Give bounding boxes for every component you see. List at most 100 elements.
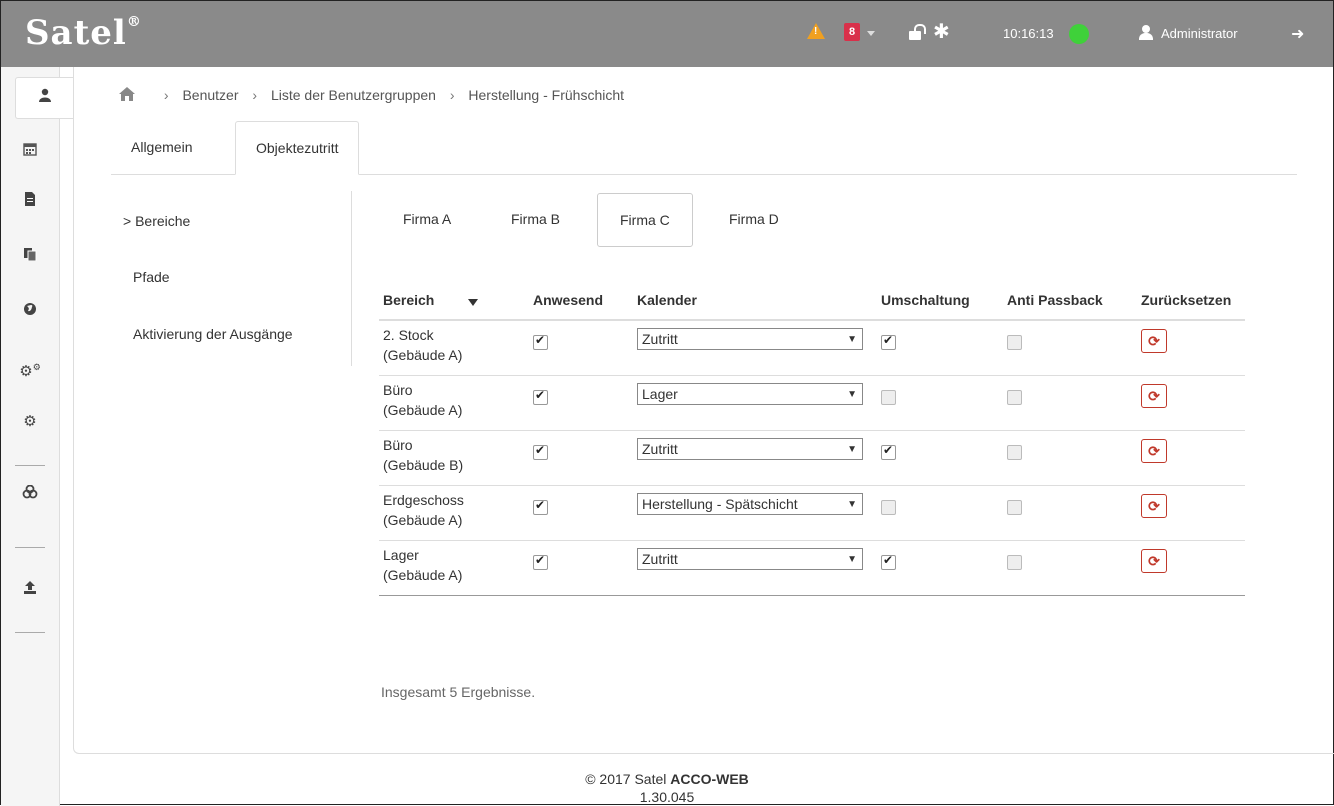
breadcrumb-separator: › bbox=[449, 87, 455, 103]
switching-checkbox[interactable] bbox=[881, 333, 896, 350]
tab-company-a[interactable]: Firma A bbox=[381, 193, 473, 245]
warning-icon[interactable]: ! bbox=[807, 23, 825, 39]
sidebar-item-calendar[interactable] bbox=[1, 132, 59, 172]
unlock-icon[interactable] bbox=[909, 24, 926, 40]
tab-company-c[interactable]: Firma C bbox=[597, 193, 693, 247]
calendar-select[interactable]: Zutritt ▼ bbox=[637, 547, 863, 570]
notification-badge[interactable]: 8 bbox=[844, 23, 860, 41]
table-row: Büro (Gebäude A) Lager ▼ ⟳ bbox=[379, 375, 1245, 431]
satel-logo[interactable]: Satel® bbox=[25, 13, 142, 53]
calendar-select[interactable]: Lager ▼ bbox=[637, 382, 863, 405]
calendar-select[interactable]: Zutritt ▼ bbox=[637, 328, 863, 350]
present-checkbox[interactable] bbox=[533, 498, 548, 515]
reset-button[interactable]: ⟳ bbox=[1141, 493, 1167, 518]
breadcrumb-users[interactable]: Benutzer bbox=[182, 87, 238, 103]
sidebar-item-system[interactable]: ⚙⚙ bbox=[1, 347, 59, 387]
dropdown-arrow-icon: ▼ bbox=[847, 388, 857, 400]
sidebar-divider bbox=[15, 632, 45, 633]
dropdown-arrow-icon: ▼ bbox=[847, 553, 857, 565]
reset-button[interactable]: ⟳ bbox=[1141, 329, 1167, 353]
calendar-cell: Zutritt ▼ bbox=[633, 430, 877, 486]
calendar-select[interactable]: Zutritt ▼ bbox=[637, 437, 863, 460]
antipassback-checkbox[interactable] bbox=[1007, 389, 1022, 405]
switching-checkbox[interactable] bbox=[881, 499, 896, 515]
antipassback-checkbox[interactable] bbox=[1007, 444, 1022, 460]
tab-company-d[interactable]: Firma D bbox=[707, 193, 801, 245]
present-checkbox[interactable] bbox=[533, 443, 548, 460]
calendar-select-value: Herstellung - Spätschicht bbox=[642, 495, 798, 512]
asterisk-icon[interactable]: ✱ bbox=[933, 22, 950, 42]
tab-company-b[interactable]: Firma B bbox=[489, 193, 582, 245]
logo-text: Satel bbox=[25, 13, 127, 53]
present-checkbox[interactable] bbox=[533, 333, 548, 350]
area-cell: Büro (Gebäude B) bbox=[379, 430, 529, 486]
sidebar-divider bbox=[15, 465, 45, 466]
upload-icon bbox=[23, 581, 37, 598]
link-icon bbox=[22, 484, 38, 503]
reset-button[interactable]: ⟳ bbox=[1141, 383, 1167, 408]
switching-checkbox[interactable] bbox=[881, 389, 896, 405]
area-name: Lager bbox=[383, 546, 419, 563]
subnav-item-outputs[interactable]: Aktivierung der Ausgänge bbox=[133, 326, 293, 342]
subnav: > Bereiche Pfade Aktivierung der Ausgäng… bbox=[111, 191, 352, 366]
breadcrumb-user-groups[interactable]: Liste der Benutzergruppen bbox=[271, 87, 436, 103]
reset-cell: ⟳ bbox=[1137, 320, 1245, 376]
switching-checkbox[interactable] bbox=[881, 553, 896, 570]
logo-mark: ® bbox=[126, 13, 142, 30]
sidebar-item-copy[interactable] bbox=[1, 237, 59, 277]
column-header-switching: Umschaltung bbox=[877, 281, 1003, 321]
refresh-icon: ⟳ bbox=[1148, 333, 1160, 349]
sidebar-item-integration[interactable] bbox=[1, 475, 59, 515]
present-cell bbox=[529, 430, 633, 486]
results-summary: Insgesamt 5 Ergebnisse. bbox=[381, 684, 536, 700]
sidebar-item-settings[interactable]: ⚙ bbox=[1, 402, 59, 442]
present-checkbox[interactable] bbox=[533, 553, 548, 570]
antipassback-checkbox[interactable] bbox=[1007, 554, 1022, 570]
subnav-item-paths[interactable]: Pfade bbox=[133, 269, 170, 285]
reset-button[interactable]: ⟳ bbox=[1141, 548, 1167, 573]
status-indicator bbox=[1069, 24, 1089, 44]
calendar-select[interactable]: Herstellung - Spätschicht ▼ bbox=[637, 492, 863, 515]
reset-cell: ⟳ bbox=[1137, 485, 1245, 541]
user-icon bbox=[1139, 25, 1153, 41]
antipassback-checkbox[interactable] bbox=[1007, 499, 1022, 515]
tab-object-access[interactable]: Objektezutritt bbox=[235, 121, 360, 175]
antipassback-checkbox[interactable] bbox=[1007, 335, 1022, 350]
sidebar-item-globe[interactable] bbox=[1, 292, 59, 332]
sidebar-item-users[interactable] bbox=[15, 77, 73, 119]
column-header-calendar: Kalender bbox=[633, 281, 877, 321]
switching-cell bbox=[877, 375, 1003, 431]
switching-cell bbox=[877, 540, 1003, 596]
chevron-down-icon[interactable] bbox=[867, 31, 875, 36]
footer-version: 1.30.045 bbox=[639, 789, 695, 805]
sidebar-item-upload[interactable] bbox=[1, 570, 59, 610]
home-icon[interactable] bbox=[118, 86, 136, 102]
present-cell bbox=[529, 320, 633, 376]
subnav-item-areas[interactable]: > Bereiche bbox=[123, 213, 190, 229]
antipassback-cell bbox=[1003, 430, 1137, 486]
dropdown-arrow-icon: ▼ bbox=[847, 498, 857, 510]
column-header-area[interactable]: Bereich bbox=[379, 281, 529, 321]
breadcrumb-separator: › bbox=[252, 87, 258, 103]
antipassback-cell bbox=[1003, 540, 1137, 596]
logout-icon[interactable]: ➜ bbox=[1291, 24, 1304, 44]
switching-checkbox[interactable] bbox=[881, 443, 896, 460]
breadcrumb-current: Herstellung - Frühschicht bbox=[468, 87, 625, 103]
tab-general[interactable]: Allgemein bbox=[111, 121, 212, 173]
area-cell: Erdgeschoss (Gebäude A) bbox=[379, 485, 529, 541]
reset-button[interactable]: ⟳ bbox=[1141, 438, 1167, 463]
user-icon bbox=[38, 88, 52, 106]
antipassback-cell bbox=[1003, 485, 1137, 541]
present-cell bbox=[529, 485, 633, 541]
gear-icon: ⚙ bbox=[23, 413, 37, 430]
refresh-icon: ⟳ bbox=[1148, 442, 1160, 459]
present-checkbox[interactable] bbox=[533, 388, 548, 405]
table-row: Büro (Gebäude B) Zutritt ▼ ⟳ bbox=[379, 430, 1245, 486]
sort-desc-icon[interactable] bbox=[468, 299, 479, 306]
user-name[interactable]: Administrator bbox=[1161, 26, 1238, 41]
sidebar-item-documents[interactable] bbox=[1, 182, 59, 222]
sidebar: ⚙⚙ ⚙ bbox=[1, 67, 73, 806]
antipassback-cell bbox=[1003, 375, 1137, 431]
column-header-present: Anwesend bbox=[529, 281, 633, 321]
document-icon bbox=[24, 192, 36, 210]
